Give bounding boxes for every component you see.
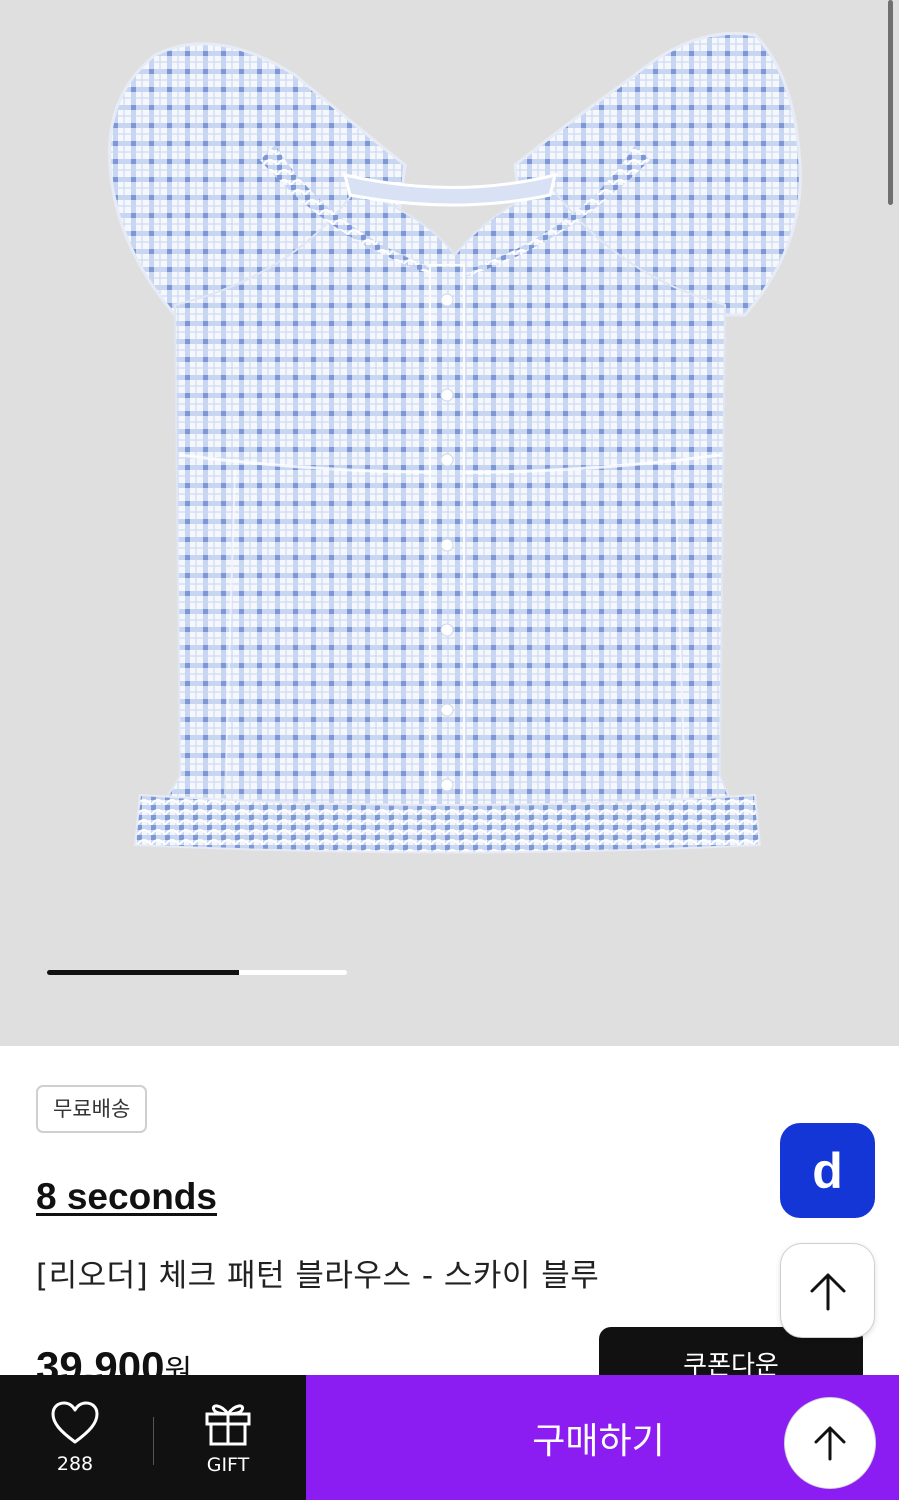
gallery-progress-fill <box>47 970 239 975</box>
like-count: 288 <box>56 1452 94 1475</box>
bottom-bar-left: 288 GIFT <box>0 1375 306 1500</box>
gift-label: GIFT <box>206 1453 250 1476</box>
scroll-to-top-button[interactable] <box>780 1243 875 1338</box>
gallery-progress-bar <box>47 970 347 975</box>
product-image <box>108 31 802 854</box>
gift-button[interactable]: GIFT <box>153 1375 303 1500</box>
bottom-action-bar: 288 GIFT 구매하기 <box>0 1375 899 1500</box>
page-scrollbar[interactable] <box>888 0 893 205</box>
arrow-up-icon <box>814 1426 846 1461</box>
bottom-scroll-top-button[interactable] <box>784 1397 876 1489</box>
heart-icon <box>51 1401 99 1443</box>
gift-icon <box>205 1403 251 1445</box>
product-title: [리오더] 체크 패턴 블라우스 - 스카이 블루 <box>36 1258 600 1294</box>
like-button[interactable]: 288 <box>0 1375 150 1500</box>
free-shipping-badge: 무료배송 <box>36 1085 148 1133</box>
d-app-button[interactable]: d <box>780 1123 875 1218</box>
buy-label: 구매하기 <box>532 1420 665 1462</box>
d-logo-icon: d <box>812 1142 843 1199</box>
arrow-up-icon <box>810 1273 845 1310</box>
brand-link[interactable]: 8 seconds <box>36 1176 217 1218</box>
product-image-gallery[interactable] <box>0 0 899 1046</box>
